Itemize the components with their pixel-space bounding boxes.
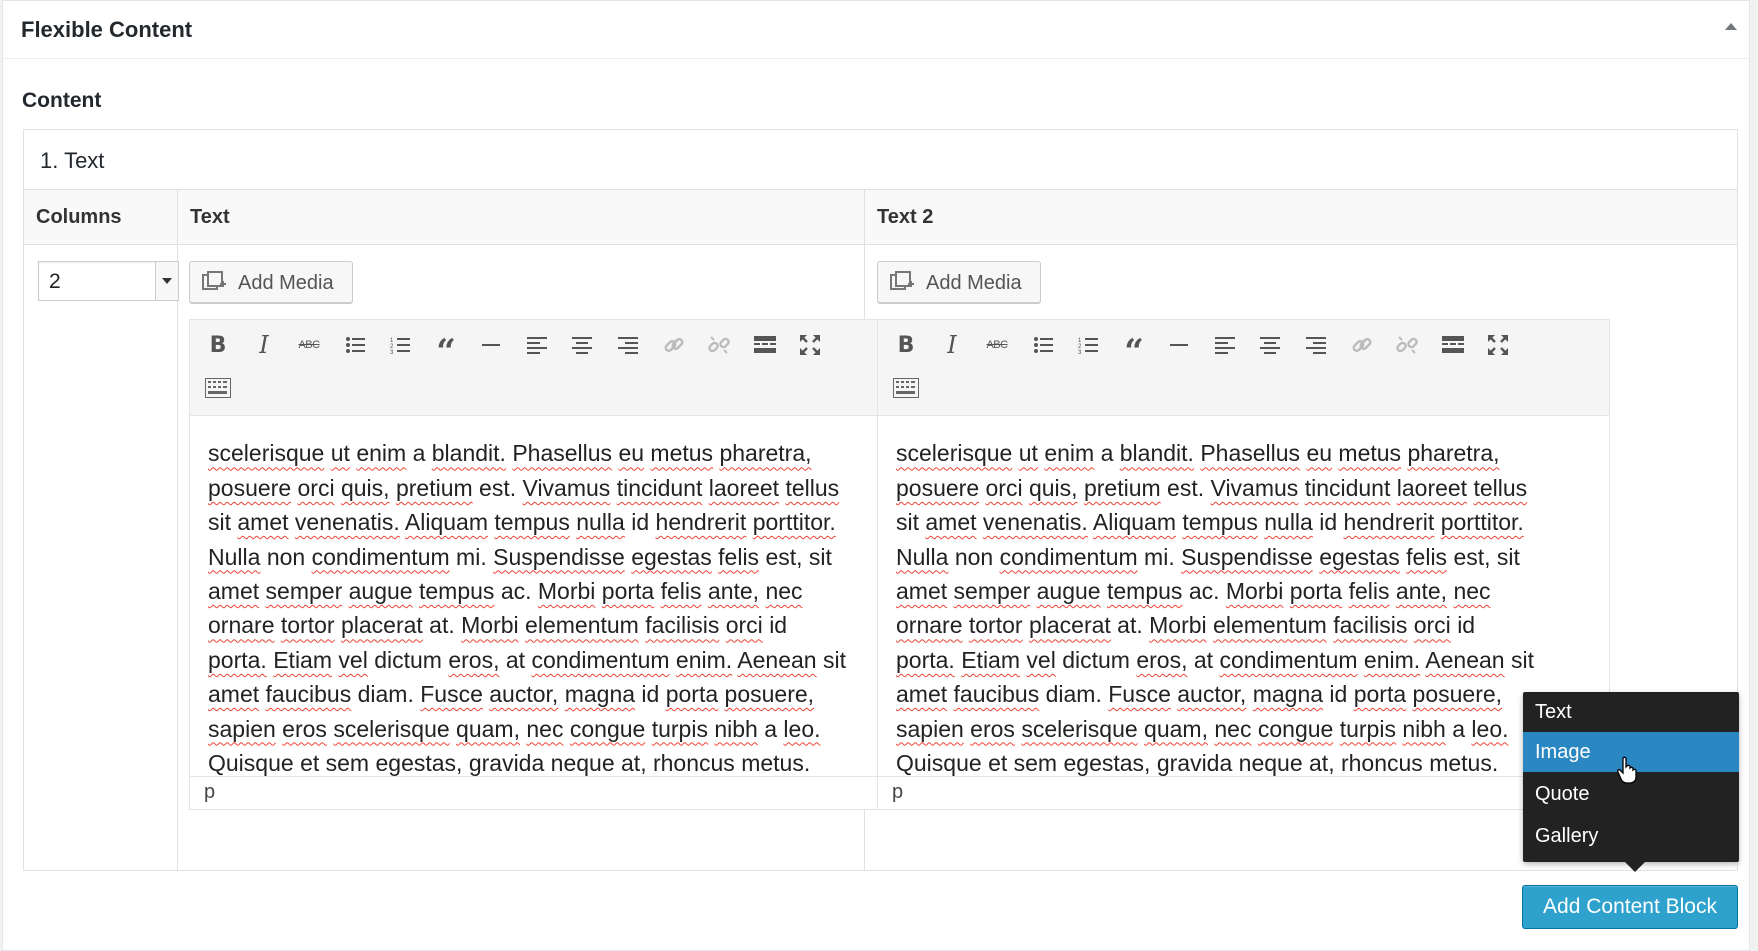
layout-title: 1. Text (40, 148, 105, 173)
text2-header: Text 2 (877, 206, 934, 228)
partial-line (208, 416, 908, 436)
align-center-icon[interactable] (1252, 327, 1288, 363)
read-more-icon[interactable] (1435, 327, 1471, 363)
text-line: sapien eros scelerisque quam, nec congue… (896, 715, 1509, 742)
text-line: amet semper augue tempus ac. Morbi porta… (208, 578, 803, 605)
text-line: sit amet venenatis. Aliquam tempus nulla… (896, 509, 1524, 536)
add-media-label: Add Media (238, 272, 334, 294)
italic-icon[interactable]: I (934, 327, 970, 363)
field-label: Content (22, 89, 102, 112)
add-media-button[interactable]: Add Media (877, 261, 1041, 303)
text-line: scelerisque ut enim a blandit. Phasellus… (208, 440, 812, 467)
popup-item-gallery[interactable]: Gallery (1523, 816, 1739, 856)
italic-icon[interactable]: I (246, 327, 282, 363)
text-line: porta. Etiam vel dictum eros, at condime… (208, 646, 846, 673)
toolbar-toggle-icon[interactable] (200, 370, 236, 406)
text-line: Nulla non condimentum mi. Suspendisse eg… (208, 543, 832, 570)
editor-content[interactable]: scelerisque ut enim a blandit. Phasellus… (877, 416, 1610, 776)
media-icon (202, 271, 226, 290)
text-header: Text (190, 206, 230, 228)
read-more-icon[interactable] (747, 327, 783, 363)
align-left-icon[interactable] (519, 327, 555, 363)
horizontal-rule-icon[interactable] (1161, 327, 1197, 363)
blockquote-icon[interactable]: “ (1116, 327, 1152, 369)
text-line: sapien eros scelerisque quam, nec congue… (208, 715, 821, 742)
editor-body-text: scelerisque ut enim a blandit. Phasellus… (208, 416, 908, 776)
element-path[interactable]: p (204, 781, 215, 804)
add-content-block-button[interactable]: Add Content Block (1522, 885, 1738, 929)
text-line: sit amet venenatis. Aliquam tempus nulla… (208, 509, 836, 536)
svg-text:3: 3 (1078, 350, 1082, 354)
columns-select[interactable]: 2 (38, 261, 179, 301)
media-icon (890, 271, 914, 290)
text-line: porta. Etiam vel dictum eros, at condime… (896, 646, 1534, 673)
align-right-icon[interactable] (610, 327, 646, 363)
unlink-icon[interactable] (1389, 327, 1425, 363)
text-line: ornare tortor placerat at. Morbi element… (896, 612, 1476, 639)
text-line: Quisque et sem egestas, gravida neque at… (208, 750, 811, 776)
svg-text:3: 3 (390, 350, 394, 354)
fullscreen-icon[interactable] (1480, 327, 1516, 363)
fullscreen-icon[interactable] (792, 327, 828, 363)
bullet-list-icon[interactable] (1025, 327, 1061, 363)
text2-editor: Add Media B I ABC 1 2 3 “ scelerisque ut enim a … (877, 261, 1610, 851)
numbered-list-icon[interactable]: 123 (1070, 327, 1106, 363)
align-right-icon[interactable] (1298, 327, 1334, 363)
align-left-icon[interactable] (1207, 327, 1243, 363)
strikethrough-icon[interactable]: ABC (979, 327, 1015, 363)
hand-cursor-icon (1617, 756, 1637, 784)
bold-icon[interactable]: B (200, 327, 236, 363)
align-center-icon[interactable] (564, 327, 600, 363)
add-media-button[interactable]: Add Media (189, 261, 353, 303)
layout-handle[interactable]: 1. Text (24, 130, 1737, 190)
text-line: posuere orci quis, pretium est. Vivamus … (208, 474, 840, 501)
editor-toolbar: B I ABC 1 2 3 “ (189, 319, 922, 416)
text-line: Quisque et sem egestas, gravida neque at… (896, 750, 1499, 776)
editor-content[interactable]: scelerisque ut enim a blandit. Phasellus… (189, 416, 922, 776)
text-line: Nulla non condimentum mi. Suspendisse eg… (896, 543, 1520, 570)
numbered-list-icon[interactable]: 123 (382, 327, 418, 363)
element-path[interactable]: p (892, 781, 903, 804)
text-line: posuere orci quis, pretium est. Vivamus … (896, 474, 1528, 501)
chevron-down-icon[interactable] (155, 262, 178, 300)
bullet-list-icon[interactable] (337, 327, 373, 363)
text-editor: Add Media B I ABC 1 2 3 “scelerisque ut enim a … (189, 261, 922, 851)
postbox-title: Flexible Content (21, 17, 193, 42)
text-line: amet semper augue tempus ac. Morbi porta… (896, 578, 1491, 605)
editor-path-bar: p (189, 776, 922, 810)
link-icon[interactable] (656, 327, 692, 363)
strikethrough-icon[interactable]: ABC (291, 327, 327, 363)
layout-block: 1. Text Columns Text Text 2 2 Add Media B… (23, 129, 1738, 871)
editor-path-bar: p (877, 776, 1610, 810)
editor-toolbar: B I ABC 1 2 3 “ (877, 319, 1610, 416)
columns-header: Columns (36, 206, 122, 228)
table-header: Columns Text Text 2 (24, 190, 1737, 245)
toolbar-toggle-icon[interactable] (888, 370, 924, 406)
collapse-arrow-icon[interactable] (1725, 23, 1737, 30)
bold-icon[interactable]: B (888, 327, 924, 363)
popup-item-text[interactable]: Text (1523, 692, 1739, 732)
partial-line (896, 416, 1596, 436)
columns-select-value: 2 (49, 270, 61, 293)
editor-body-text: scelerisque ut enim a blandit. Phasellus… (896, 416, 1596, 776)
link-icon[interactable] (1344, 327, 1380, 363)
horizontal-rule-icon[interactable] (473, 327, 509, 363)
text-line: ornare tortor placerat at. Morbi element… (208, 612, 788, 639)
add-media-label: Add Media (926, 272, 1022, 294)
text-line: scelerisque ut enim a blandit. Phasellus… (896, 440, 1500, 467)
text-line: amet faucibus diam. Fusce auctor, magna … (896, 681, 1503, 708)
postbox-header[interactable]: Flexible Content (3, 1, 1749, 59)
flexible-content-postbox: Flexible Content Content 1. Text Columns… (2, 0, 1750, 951)
blockquote-icon[interactable]: “ (428, 327, 464, 369)
unlink-icon[interactable] (701, 327, 737, 363)
text-line: amet faucibus diam. Fusce auctor, magna … (208, 681, 815, 708)
